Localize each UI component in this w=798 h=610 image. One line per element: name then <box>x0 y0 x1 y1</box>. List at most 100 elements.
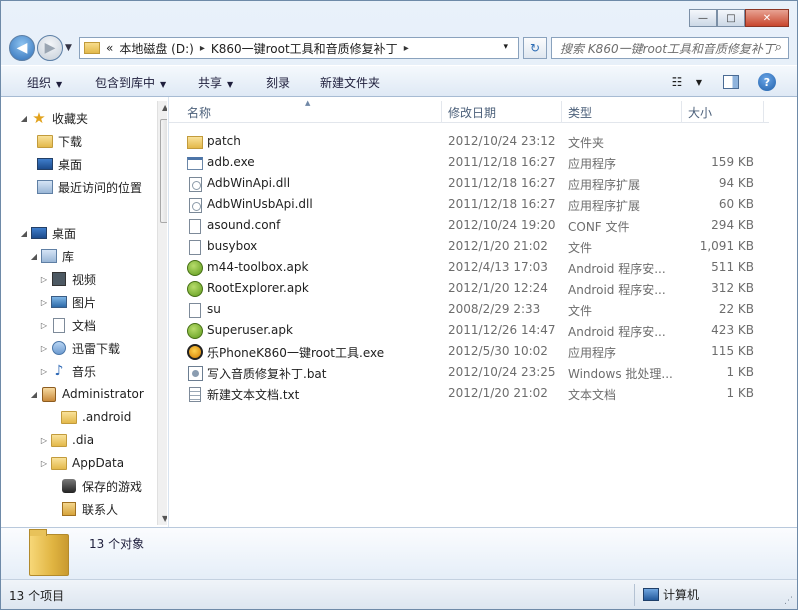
collapse-icon[interactable]: ◢ <box>29 390 39 399</box>
search-icon[interactable]: ⌕ <box>775 40 782 55</box>
minimize-button[interactable]: — <box>689 9 717 27</box>
nav-item-desktop[interactable]: ◢ 桌面 <box>19 223 76 243</box>
nav-item-appdata[interactable]: ▷ AppData <box>39 453 124 473</box>
column-name[interactable]: 名称 <box>187 104 211 121</box>
nav-item-administrator[interactable]: ◢ Administrator <box>29 384 144 404</box>
scroll-down-icon[interactable]: ▼ <box>162 514 167 523</box>
nav-item-pictures[interactable]: ▷ 图片 <box>39 292 96 312</box>
nav-item-recent-places[interactable]: 最近访问的位置 <box>37 177 142 197</box>
nav-scrollbar[interactable]: ▲ ▼ <box>157 101 167 525</box>
nav-item-dia[interactable]: ▷ .dia <box>39 430 94 450</box>
nav-label: 最近访问的位置 <box>58 180 143 195</box>
nav-item-music[interactable]: ▷ ♪ 音乐 <box>39 361 96 381</box>
nav-item-favorites[interactable]: ◢ ★ 收藏夹 <box>19 108 88 128</box>
nav-item-contacts[interactable]: 联系人 <box>49 499 118 519</box>
nav-item-documents[interactable]: ▷ 文档 <box>39 315 96 335</box>
file-name[interactable]: RootExplorer.apk <box>207 281 309 295</box>
expand-icon[interactable]: ▷ <box>39 275 49 284</box>
search-input[interactable]: 搜索 K860一键root工具和音质修复补丁 ⌕ <box>551 37 789 59</box>
nav-item-saved-games[interactable]: 保存的游戏 <box>49 476 142 496</box>
file-row[interactable]: 乐PhoneK860一键root工具.exe 2012/5/30 10:02 应用程… <box>169 341 769 362</box>
help-button[interactable]: ? <box>757 72 777 92</box>
file-name[interactable]: patch <box>207 134 241 148</box>
nav-item-desktop-favorite[interactable]: 桌面 <box>37 154 82 174</box>
chevron-down-icon[interactable]: ▼ <box>689 72 709 92</box>
title-bar: — □ ✕ <box>1 1 797 33</box>
file-name[interactable]: asound.conf <box>207 218 280 232</box>
file-name[interactable]: Superuser.apk <box>207 323 293 337</box>
include-in-library-menu[interactable]: 包含到库中 ▼ <box>95 74 166 91</box>
file-row[interactable]: adb.exe 2011/12/18 16:27 应用程序 159 KB <box>169 152 769 173</box>
file-type: 文本文档 <box>568 388 617 402</box>
file-row[interactable]: asound.conf 2012/10/24 19:20 CONF 文件 294 KB <box>169 215 769 236</box>
scroll-up-icon[interactable]: ▲ <box>162 103 167 112</box>
file-row[interactable]: AdbWinUsbApi.dll 2011/12/18 16:27 应用程序扩展 60… <box>169 194 769 215</box>
view-options-button[interactable]: ☷ <box>667 72 687 92</box>
file-row[interactable]: 写入音质修复补丁.bat 2012/10/24 23:25 Windows 批处理.… <box>169 362 769 383</box>
nav-item-videos[interactable]: ▷ 视频 <box>39 269 96 289</box>
breadcrumb-drive[interactable]: 本地磁盘 (D:) <box>119 40 193 57</box>
scroll-thumb[interactable] <box>160 119 167 223</box>
refresh-button[interactable]: ↻ <box>523 37 547 59</box>
collapse-icon[interactable]: ◢ <box>19 114 29 123</box>
address-bar[interactable]: « 本地磁盘 (D:) ▸ K860一键root工具和音质修复补丁 ▸ ▾ <box>79 37 519 59</box>
column-size[interactable]: 大小 <box>688 104 712 121</box>
file-name[interactable]: adb.exe <box>207 155 255 169</box>
breadcrumb-folder[interactable]: K860一键root工具和音质修复补丁 <box>211 40 398 57</box>
file-row[interactable]: RootExplorer.apk 2012/1/20 12:24 Android 程… <box>169 278 769 299</box>
nav-item-android[interactable]: .android <box>49 407 131 427</box>
expand-icon[interactable]: ▷ <box>39 459 49 468</box>
expand-icon[interactable]: ▷ <box>39 321 49 330</box>
organize-menu[interactable]: 组织 ▼ <box>27 74 62 91</box>
file-row[interactable]: Superuser.apk 2011/12/26 14:47 Android 程序安… <box>169 320 769 341</box>
file-row[interactable]: su 2008/2/29 2:33 文件 22 KB <box>169 299 769 320</box>
share-label: 共享 <box>198 76 223 90</box>
file-row[interactable]: patch 2012/10/24 23:12 文件夹 <box>169 131 769 152</box>
file-row[interactable]: 新建文本文档.txt 2012/1/20 21:02 文本文档 1 KB <box>169 383 769 404</box>
column-divider[interactable] <box>763 101 764 123</box>
nav-item-thunder-downloads[interactable]: ▷ 迅雷下载 <box>39 338 120 358</box>
resize-grip[interactable]: ⋰ <box>784 596 793 606</box>
breadcrumb-separator[interactable]: ▸ <box>404 43 409 54</box>
forward-button[interactable]: ▶ <box>37 35 63 61</box>
expand-icon[interactable]: ▷ <box>39 367 49 376</box>
file-name[interactable]: 新建文本文档.txt <box>207 386 299 403</box>
column-divider[interactable] <box>561 101 562 123</box>
breadcrumb-separator[interactable]: ▸ <box>200 43 205 54</box>
column-divider[interactable] <box>441 101 442 123</box>
file-name[interactable]: m44-toolbox.apk <box>207 260 308 274</box>
file-name[interactable]: 乐PhoneK860一键root工具.exe <box>207 344 384 361</box>
collapse-icon[interactable]: ◢ <box>19 229 29 238</box>
file-name[interactable]: AdbWinUsbApi.dll <box>207 197 313 211</box>
nav-item-libraries[interactable]: ◢ 库 <box>29 246 74 266</box>
file-name[interactable]: busybox <box>207 239 257 253</box>
recent-pages-dropdown[interactable]: ▼ <box>65 43 72 53</box>
file-name[interactable]: AdbWinApi.dll <box>207 176 290 190</box>
share-menu[interactable]: 共享 ▼ <box>198 74 233 91</box>
expand-icon[interactable]: ▷ <box>39 344 49 353</box>
address-dropdown-arrow[interactable]: ▾ <box>503 42 508 52</box>
column-divider[interactable] <box>681 101 682 123</box>
navigation-pane: ◢ ★ 收藏夹 下载 桌面 最近访问的位置 ◢ 桌面 ◢ 库 ▷ 视频 ▷ 图片… <box>9 97 167 527</box>
file-size: 159 KB <box>711 155 754 169</box>
file-name[interactable]: 写入音质修复补丁.bat <box>207 365 327 382</box>
burn-button[interactable]: 刻录 <box>266 74 290 91</box>
file-name[interactable]: su <box>207 302 221 316</box>
file-row[interactable]: AdbWinApi.dll 2011/12/18 16:27 应用程序扩展 94 KB <box>169 173 769 194</box>
address-chevron[interactable]: « <box>106 41 113 55</box>
maximize-button[interactable]: □ <box>717 9 745 27</box>
column-date[interactable]: 修改日期 <box>448 104 496 121</box>
back-button[interactable]: ◀ <box>9 35 35 61</box>
collapse-icon[interactable]: ◢ <box>29 252 39 261</box>
new-folder-button[interactable]: 新建文件夹 <box>320 74 380 91</box>
sort-arrow-icon: ▲ <box>305 99 311 107</box>
nav-item-downloads[interactable]: 下载 <box>37 131 82 151</box>
expand-icon[interactable]: ▷ <box>39 298 49 307</box>
file-row[interactable]: busybox 2012/1/20 21:02 文件 1,091 KB <box>169 236 769 257</box>
close-button[interactable]: ✕ <box>745 9 789 27</box>
recent-places-icon <box>37 179 53 195</box>
expand-icon[interactable]: ▷ <box>39 436 49 445</box>
preview-pane-button[interactable] <box>721 72 741 92</box>
column-type[interactable]: 类型 <box>568 104 592 121</box>
file-row[interactable]: m44-toolbox.apk 2012/4/13 17:03 Android 程序… <box>169 257 769 278</box>
